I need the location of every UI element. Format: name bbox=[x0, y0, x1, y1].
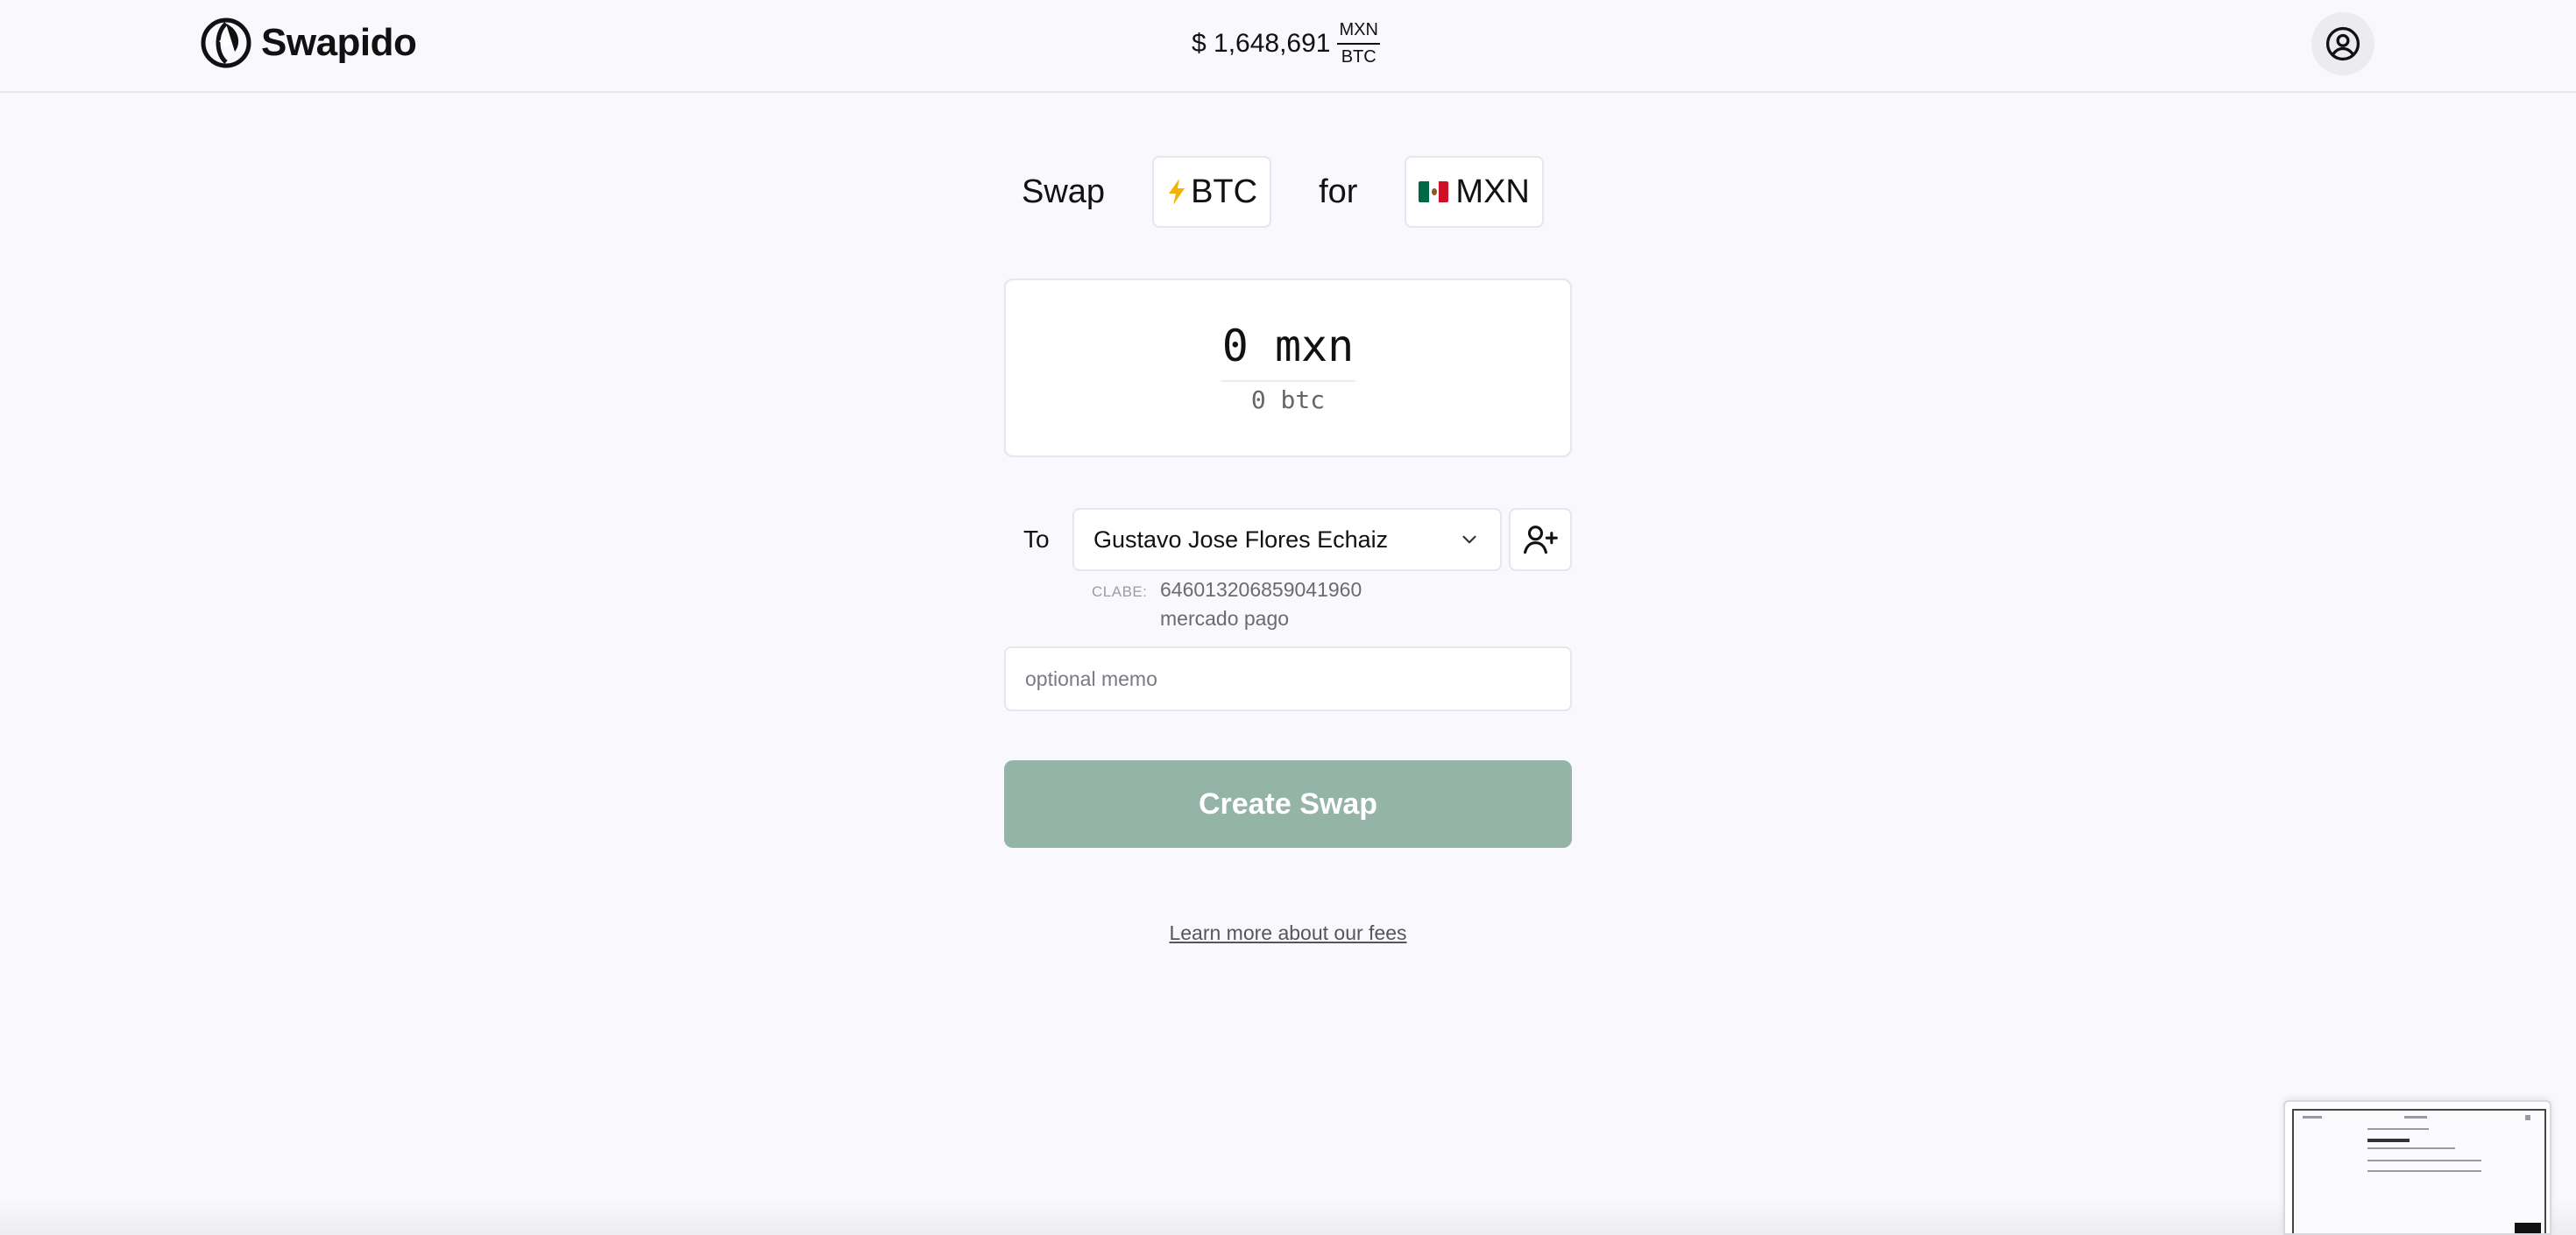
recipient-row: To Gustavo Jose Flores Echaiz bbox=[1004, 508, 1572, 571]
preview-thumbnail[interactable] bbox=[2283, 1100, 2551, 1235]
user-circle-icon bbox=[2325, 26, 2360, 61]
amount-secondary: 0 btc bbox=[1250, 385, 1326, 414]
rate-unit: MXN BTC bbox=[1337, 20, 1380, 67]
swap-label: Swap bbox=[1022, 173, 1106, 210]
rate-numerator: MXN bbox=[1337, 20, 1380, 45]
preview-thumbnail-image bbox=[2292, 1109, 2546, 1233]
account-button[interactable] bbox=[2311, 12, 2374, 75]
exchange-rate: $ 1,648,691 MXN BTC bbox=[1192, 16, 1380, 72]
to-label: To bbox=[1023, 526, 1050, 553]
amount-input-box[interactable]: 0 mxn 0 btc bbox=[1004, 279, 1572, 457]
fees-link[interactable]: Learn more about our fees bbox=[1004, 921, 1572, 945]
recipient-name: Gustavo Jose Flores Echaiz bbox=[1093, 526, 1389, 553]
recipient-details: CLABE: 646013206859041960 mercado pago bbox=[1092, 578, 1362, 631]
add-recipient-button[interactable] bbox=[1509, 508, 1572, 571]
create-swap-button[interactable]: Create Swap bbox=[1004, 760, 1572, 848]
from-currency-selector[interactable]: BTC bbox=[1152, 156, 1272, 228]
clabe-label: CLABE: bbox=[1092, 583, 1148, 600]
logo-text: Swapido bbox=[261, 21, 417, 64]
amount-primary[interactable]: 0 mxn bbox=[1220, 321, 1356, 382]
top-header: Swapido $ 1,648,691 MXN BTC bbox=[0, 0, 2576, 93]
bottom-shade bbox=[0, 1200, 2576, 1235]
recipient-select[interactable]: Gustavo Jose Flores Echaiz bbox=[1072, 508, 1502, 571]
swapido-logo-icon bbox=[201, 18, 251, 68]
memo-input[interactable] bbox=[1004, 646, 1572, 711]
clabe-value: 646013206859041960 bbox=[1160, 578, 1362, 601]
bank-name: mercado pago bbox=[1160, 607, 1290, 630]
swap-pair-row: Swap BTC for MXN bbox=[1008, 156, 1568, 228]
for-label: for bbox=[1319, 173, 1358, 210]
to-currency-selector[interactable]: MXN bbox=[1405, 156, 1544, 228]
mexico-flag-icon bbox=[1419, 181, 1449, 202]
user-plus-icon bbox=[1524, 526, 1558, 554]
logo-link[interactable]: Swapido bbox=[200, 16, 417, 70]
rate-value: $ 1,648,691 bbox=[1192, 29, 1331, 58]
rate-denominator: BTC bbox=[1341, 47, 1376, 67]
to-currency-label: MXN bbox=[1455, 173, 1530, 210]
swap-page: Swapido $ 1,648,691 MXN BTC Swap BTC for bbox=[0, 0, 2576, 1235]
chevron-down-icon bbox=[1462, 535, 1476, 544]
lightning-icon bbox=[1169, 179, 1185, 205]
from-currency-label: BTC bbox=[1191, 173, 1258, 210]
